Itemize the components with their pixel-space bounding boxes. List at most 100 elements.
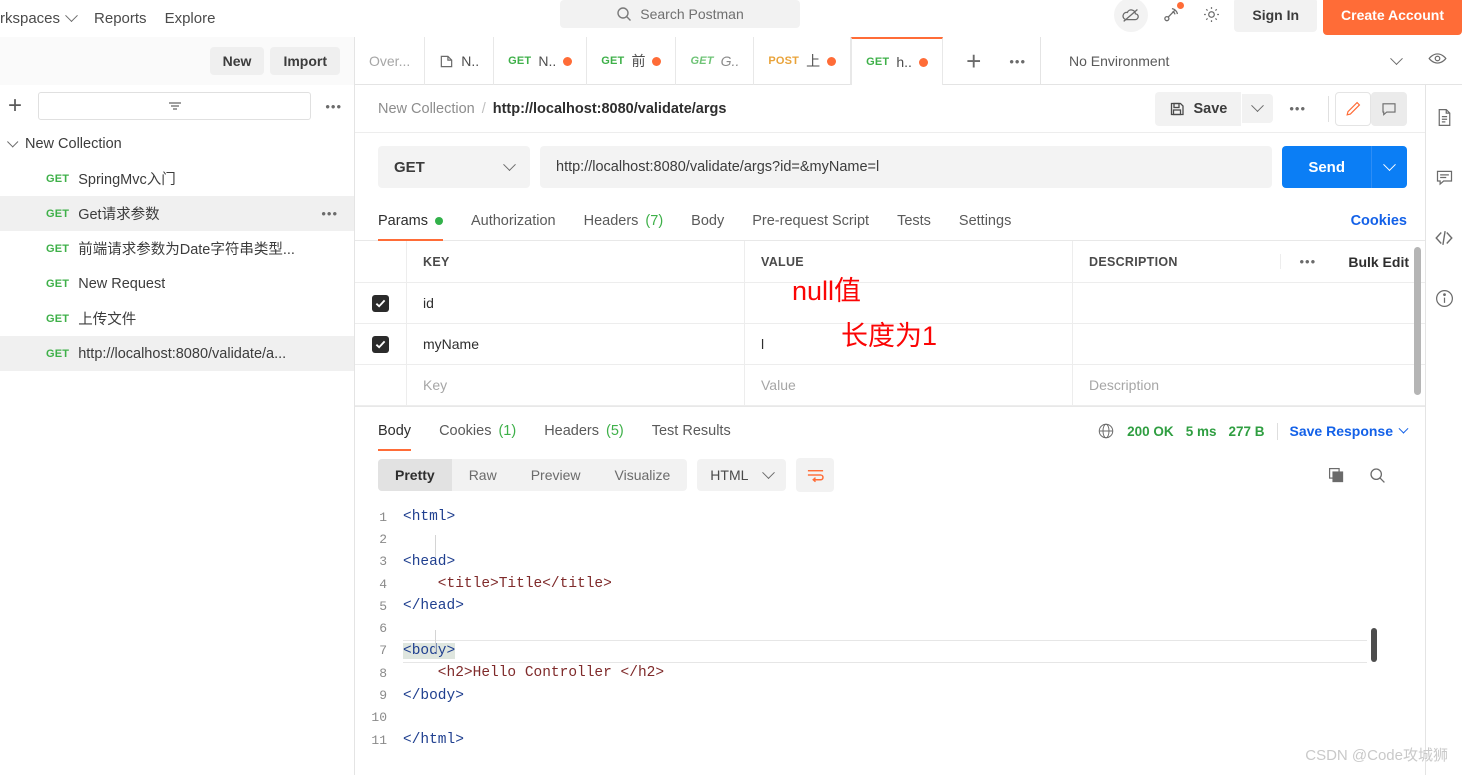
- url-input[interactable]: http://localhost:8080/validate/args?id=&…: [540, 146, 1273, 188]
- tab-request-4-label: 上: [806, 53, 821, 69]
- search-icon[interactable]: [1368, 466, 1387, 485]
- tab-overview[interactable]: Over...: [355, 37, 426, 85]
- environment-selector[interactable]: No Environment: [1055, 51, 1409, 69]
- sidebar-item-3[interactable]: GET New Request: [0, 266, 354, 301]
- tab-request-1[interactable]: GET N..: [494, 37, 588, 85]
- response-viewer-toolbar: Pretty Raw Preview Visualize HTML: [355, 450, 1425, 500]
- chevron-down-icon: [1383, 157, 1396, 171]
- param-description-placeholder[interactable]: Description: [1089, 377, 1159, 393]
- sidebar-item-5[interactable]: GET http://localhost:8080/validate/a...: [0, 336, 354, 371]
- param-value-placeholder[interactable]: Value: [761, 377, 796, 393]
- line-text: </html>: [403, 732, 464, 749]
- params-more-button[interactable]: •••: [1280, 254, 1334, 269]
- breadcrumb-collection[interactable]: New Collection: [378, 101, 475, 117]
- unsaved-dot-icon: [652, 56, 662, 66]
- code-line: 10: [355, 707, 1425, 729]
- tab-authorization[interactable]: Authorization: [471, 213, 556, 240]
- view-mode-pretty[interactable]: Pretty: [378, 459, 452, 491]
- tab-pre-request-script[interactable]: Pre-request Script: [752, 213, 869, 240]
- unsaved-dot-icon: [563, 56, 573, 66]
- tab-options-button[interactable]: •••: [995, 54, 1040, 69]
- collection-header[interactable]: New Collection: [0, 127, 354, 161]
- tab-test-results[interactable]: Test Results: [652, 423, 731, 450]
- bulk-edit-button[interactable]: Bulk Edit: [1334, 254, 1425, 270]
- code-icon[interactable]: [1433, 227, 1455, 254]
- edit-mode-button[interactable]: [1335, 91, 1371, 126]
- tab-headers[interactable]: Headers (7): [584, 213, 664, 240]
- comment-icon[interactable]: [1434, 167, 1455, 193]
- save-response-button[interactable]: Save Response: [1290, 423, 1409, 439]
- sidebar-add-button[interactable]: +: [0, 94, 30, 118]
- satellite-notifications-icon[interactable]: [1154, 0, 1188, 32]
- save-options-button[interactable]: [1242, 94, 1274, 123]
- sidebar-item-0[interactable]: GET SpringMvc入门: [0, 161, 354, 196]
- info-icon[interactable]: [1434, 288, 1455, 314]
- row-checkbox[interactable]: [372, 294, 389, 312]
- send-button[interactable]: Send: [1282, 146, 1371, 188]
- sidebar-filter-input[interactable]: [38, 92, 312, 120]
- sign-in-button[interactable]: Sign In: [1234, 0, 1318, 32]
- view-mode-visualize[interactable]: Visualize: [598, 459, 688, 491]
- tab-request-2[interactable]: GET 前: [587, 37, 677, 85]
- row-checkbox[interactable]: [372, 335, 389, 353]
- tab-body[interactable]: Body: [691, 213, 724, 240]
- search-input[interactable]: Search Postman: [560, 0, 800, 28]
- http-method-selector[interactable]: GET: [378, 146, 530, 188]
- sidebar-more-button[interactable]: •••: [319, 99, 342, 114]
- new-button[interactable]: New: [209, 47, 265, 75]
- send-options-button[interactable]: [1371, 146, 1407, 188]
- tab-tests[interactable]: Tests: [897, 213, 931, 240]
- tab-request-4[interactable]: POST 上: [754, 37, 852, 85]
- save-disk-icon: [1171, 102, 1185, 115]
- line-text: </body>: [403, 687, 464, 704]
- tab-folder[interactable]: N..: [425, 37, 495, 85]
- header-check-cell: [355, 241, 407, 282]
- cloud-offline-icon[interactable]: [1114, 0, 1149, 32]
- response-format-selector[interactable]: HTML: [697, 459, 787, 491]
- table-row[interactable]: id null值: [355, 276, 1425, 324]
- tab-response-body[interactable]: Body: [378, 423, 412, 451]
- tab-bar-row: New Import Over... N.. GET N.. GET 前 GET…: [0, 37, 1462, 85]
- nav-explore[interactable]: Explore: [165, 6, 234, 31]
- tab-request-5-active[interactable]: GET h..: [851, 37, 943, 85]
- copy-icon[interactable]: [1327, 466, 1346, 485]
- sidebar-item-2[interactable]: GET 前端请求参数为Date字符串类型...: [0, 231, 354, 266]
- gear-icon[interactable]: [1194, 0, 1228, 32]
- table-row[interactable]: myName l 长度为1: [355, 321, 1425, 365]
- param-key[interactable]: id: [423, 295, 434, 311]
- tab-request-3[interactable]: GET G..: [676, 37, 755, 85]
- tab-params[interactable]: Params: [378, 213, 443, 241]
- import-button[interactable]: Import: [270, 47, 340, 75]
- breadcrumb-request-name[interactable]: http://localhost:8080/validate/args: [493, 101, 727, 117]
- request-more-button[interactable]: •••: [1273, 101, 1322, 116]
- notification-badge: [1177, 1, 1185, 9]
- tab-response-headers[interactable]: Headers (5): [544, 423, 624, 450]
- document-icon[interactable]: [1434, 107, 1455, 133]
- nav-workspaces[interactable]: rkspaces: [0, 6, 94, 31]
- nav-reports[interactable]: Reports: [94, 6, 165, 31]
- view-mode-preview[interactable]: Preview: [514, 459, 598, 491]
- environment-quick-look-button[interactable]: [1409, 48, 1448, 74]
- sidebar-item-1[interactable]: GET Get请求参数 •••: [0, 196, 354, 231]
- sidebar-item-more-button[interactable]: •••: [321, 206, 338, 221]
- view-mode-raw[interactable]: Raw: [452, 459, 514, 491]
- tab-settings[interactable]: Settings: [959, 213, 1011, 240]
- code-line: 5 </head>: [355, 595, 1425, 617]
- code-line: 8 <h2>Hello Controller </h2>: [355, 662, 1425, 684]
- response-body-code[interactable]: 1 <html> 2 3 <head> 4 <title>Title</titl…: [355, 500, 1425, 751]
- wrap-lines-button[interactable]: [796, 458, 835, 492]
- new-tab-button[interactable]: +: [952, 48, 995, 74]
- create-account-button[interactable]: Create Account: [1323, 0, 1462, 35]
- table-row-placeholder[interactable]: Key Value Description: [355, 365, 1425, 406]
- param-value[interactable]: l: [761, 336, 764, 352]
- save-button[interactable]: Save: [1155, 91, 1242, 126]
- cookies-link[interactable]: Cookies: [1351, 213, 1407, 240]
- params-scrollbar[interactable]: [1414, 247, 1421, 395]
- tab-response-cookies[interactable]: Cookies (1): [439, 423, 516, 450]
- sidebar-item-4[interactable]: GET 上传文件: [0, 301, 354, 336]
- param-key[interactable]: myName: [423, 336, 479, 352]
- line-number: 11: [371, 732, 387, 748]
- param-key-placeholder[interactable]: Key: [423, 377, 447, 393]
- comment-button[interactable]: [1371, 91, 1407, 126]
- sidebar-actions: New Import: [0, 37, 355, 85]
